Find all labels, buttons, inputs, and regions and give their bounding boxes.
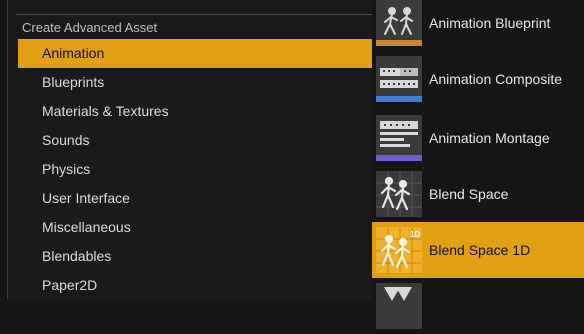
menu-item-blendables[interactable]: Blendables bbox=[18, 242, 380, 271]
animation-composite-icon bbox=[376, 56, 422, 102]
asset-submenu: Animation Blueprint Animation Composite … bbox=[372, 0, 584, 329]
asset-item-label: Blend Space bbox=[429, 186, 509, 202]
menu-item-materials-textures[interactable]: Materials & Textures bbox=[18, 97, 380, 126]
menu-item-label: Physics bbox=[42, 161, 91, 177]
section-header: Create Advanced Asset bbox=[16, 14, 372, 40]
blend-space-icon bbox=[376, 171, 422, 217]
menu-item-label: Materials & Textures bbox=[42, 103, 169, 119]
asset-item-label: Animation Montage bbox=[429, 130, 550, 146]
animation-blueprint-icon bbox=[376, 0, 422, 46]
asset-item-animation-blueprint[interactable]: Animation Blueprint bbox=[372, 0, 584, 51]
asset-item-label: Animation Blueprint bbox=[429, 15, 551, 31]
asset-item-blend-space-1d[interactable]: 1D Blend Space 1D bbox=[372, 222, 584, 278]
menu-item-label: Animation bbox=[42, 45, 105, 61]
category-menu: Create Advanced Asset Animation Blueprin… bbox=[7, 0, 380, 299]
asset-item-animation-montage[interactable]: Animation Montage bbox=[372, 110, 584, 166]
asset-item-label: Animation Composite bbox=[429, 71, 563, 87]
asset-partial-icon bbox=[376, 283, 422, 329]
menu-item-paper2d[interactable]: Paper2D bbox=[18, 271, 380, 300]
menu-item-label: Blendables bbox=[42, 248, 112, 264]
menu-item-physics[interactable]: Physics bbox=[18, 155, 380, 184]
menu-item-label: Paper2D bbox=[42, 277, 98, 293]
blend-space-1d-icon: 1D bbox=[376, 227, 422, 273]
asset-item-label: Blend Space 1D bbox=[429, 242, 531, 258]
asset-item-blend-space[interactable]: Blend Space bbox=[372, 166, 584, 222]
menu-item-sounds[interactable]: Sounds bbox=[18, 126, 380, 155]
menu-item-blueprints[interactable]: Blueprints bbox=[18, 68, 380, 97]
animation-montage-icon bbox=[376, 115, 422, 161]
asset-item-partial[interactable] bbox=[372, 278, 584, 334]
menu-item-user-interface[interactable]: User Interface bbox=[18, 184, 380, 213]
menu-item-label: Sounds bbox=[42, 132, 90, 148]
menu-item-miscellaneous[interactable]: Miscellaneous bbox=[18, 213, 380, 242]
menu-item-animation[interactable]: Animation bbox=[18, 39, 380, 68]
menu-item-label: Blueprints bbox=[42, 74, 105, 90]
menu-item-label: Miscellaneous bbox=[42, 219, 131, 235]
asset-item-animation-composite[interactable]: Animation Composite bbox=[372, 51, 584, 107]
blend-space-1d-badge: 1D bbox=[410, 230, 420, 239]
menu-item-label: User Interface bbox=[42, 190, 130, 206]
